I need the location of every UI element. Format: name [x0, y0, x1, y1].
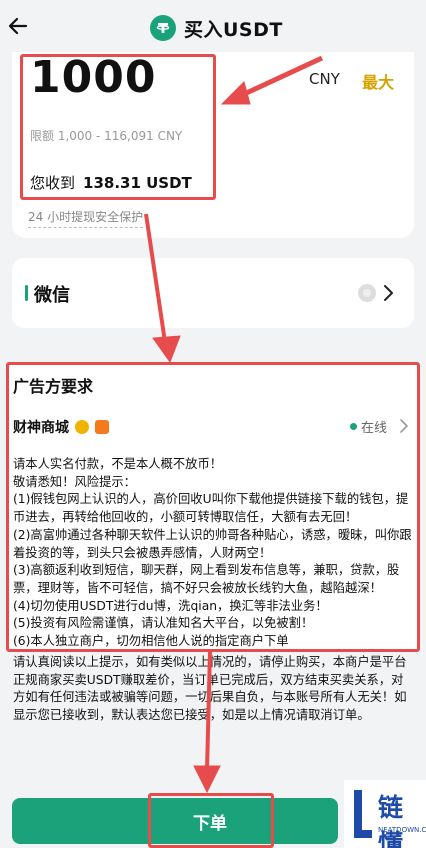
chevron-right-icon[interactable] — [399, 418, 409, 434]
disclaimer-text: 请认真阅读以上提示，如有类似以上情况的，请停止购买，本商户是平台正规商家买卖US… — [13, 655, 407, 723]
watermark-logo: 链懂 NEATDOWN.COM — [344, 780, 426, 848]
notice-line: 敬请悉知！风险提示： — [13, 474, 136, 489]
tether-icon — [150, 15, 176, 41]
radio-icon[interactable] — [358, 284, 376, 302]
notice-line: (2)高富帅通过各种聊天软件上认识的帅哥各种贴心，诱惑，暧昧，叫你跟着投资的等，… — [13, 527, 412, 560]
payment-indicator — [25, 285, 28, 301]
advertiser-notice: 请本人实名付款，不是本人概不放币！ 敬请悉知！风险提示： (1)假钱包网上认识的… — [13, 456, 413, 651]
section-title: 广告方要求 — [13, 377, 94, 396]
receive-row: 您收到 138.31 USDT — [30, 172, 192, 193]
title-group: 买入USDT — [150, 14, 283, 42]
submit-order-button[interactable]: 下单 — [12, 798, 338, 844]
verified-badge-icon — [75, 420, 89, 434]
notice-line: (6)本人独立商户，切勿相信他人说的指定商户下单 — [13, 634, 289, 649]
limit-text: 限额 1,000 - 116,091 CNY — [30, 129, 183, 143]
brand-logo-icon — [354, 790, 372, 838]
payment-method-label: 微信 — [34, 285, 70, 306]
receive-label: 您收到 — [30, 174, 76, 192]
chevron-right-icon[interactable] — [381, 283, 395, 303]
currency-label: CNY — [309, 70, 340, 88]
arrowhead-advertiser — [152, 335, 181, 364]
watermark-domain: NEATDOWN.COM — [378, 826, 426, 834]
safety-note[interactable]: 24 小时提现安全保护 — [28, 208, 144, 228]
merchant-badge-icon — [95, 420, 109, 434]
submit-label: 下单 — [193, 813, 227, 834]
notice-line: 请本人实名付款，不是本人概不放币！ — [13, 457, 223, 471]
top-bar: 买入USDT — [0, 0, 426, 56]
online-status: 在线 — [361, 421, 388, 436]
notice-line: (4)切勿使用USDT进行du博，洗qian，换汇等非法业务！ — [13, 598, 328, 613]
arrow-left-icon[interactable] — [6, 14, 30, 38]
merchant-name: 财神商城 — [13, 420, 69, 436]
payment-method-row[interactable] — [12, 258, 414, 328]
notice-line: (3)高额返利收到短信，聊天群，网上看到发布信息等，兼职，贷款，股票，理财等，皆… — [13, 563, 400, 595]
arrowhead-submit — [193, 765, 221, 794]
page-title: 买入USDT — [184, 18, 283, 41]
notice-line: (1)假钱包网上认识的人，高价回收U叫你下载他提供链接下载的钱包，提币进去，再转… — [13, 492, 409, 525]
amount-input[interactable]: 1000 — [30, 52, 156, 103]
receive-value: 138.31 USDT — [83, 174, 192, 192]
online-dot-icon — [350, 423, 357, 430]
merchant-row[interactable]: 财神商城 — [13, 417, 109, 437]
notice-line: (5)投资有风险需谨慎，请认准知名大平台，以免被割！ — [13, 616, 314, 631]
max-button[interactable]: 最大 — [362, 69, 394, 93]
watermark-brand: 链懂 — [378, 793, 405, 848]
